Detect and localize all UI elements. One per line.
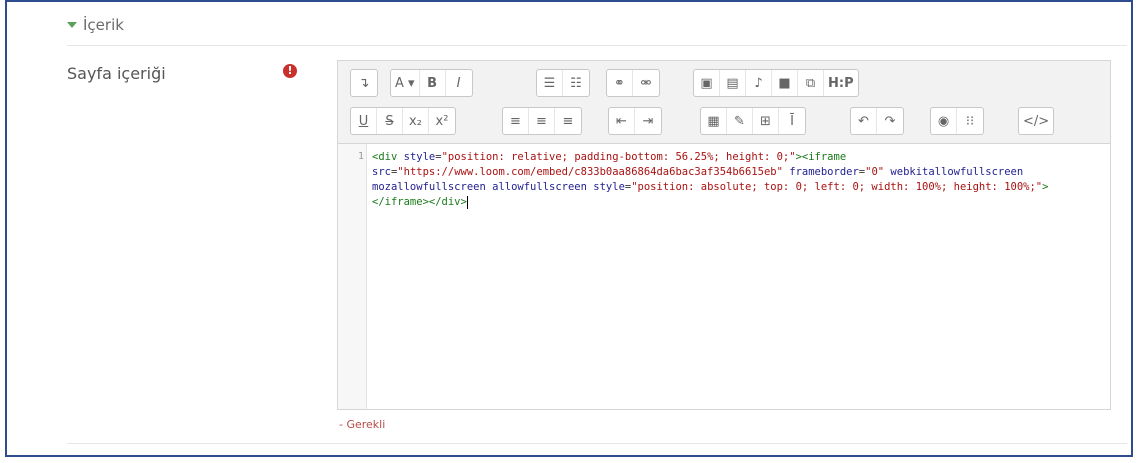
special-char-button[interactable]: ✎	[727, 108, 753, 134]
toolbar-group-links: ⚭ ⚮	[606, 69, 660, 97]
ordered-list-button[interactable]: ☷	[563, 70, 589, 96]
collapse-toolbar-icon[interactable]: ↴	[351, 70, 377, 96]
divider	[67, 443, 1127, 444]
align-right-button[interactable]: ≡	[555, 108, 581, 134]
strikethrough-button[interactable]: S	[377, 108, 403, 134]
screenreader-helper-button[interactable]: ⁝⁝	[957, 108, 983, 134]
unordered-list-button[interactable]: ☰	[537, 70, 563, 96]
record-video-button[interactable]: ■	[772, 70, 798, 96]
code-area[interactable]: <div style="position: relative; padding-…	[372, 150, 1106, 210]
decrease-indent-button[interactable]: ⇤	[609, 108, 635, 134]
align-left-button[interactable]: ≡	[503, 108, 529, 134]
superscript-button[interactable]: x²	[429, 108, 455, 134]
toolbar-group-format: A ▾ B I	[390, 69, 473, 97]
toolbar-group-insert: ▦ ✎ ⊞ Ī	[700, 107, 806, 135]
italic-button[interactable]: I	[446, 70, 472, 96]
underline-button[interactable]: U	[351, 108, 377, 134]
form-frame: İçerik Sayfa içeriği ! ↴ A ▾ B I ☰ ☷ ⚭ ⚮…	[5, 0, 1133, 457]
table-button[interactable]: ⊞	[753, 108, 779, 134]
h5p-button[interactable]: H:P	[824, 70, 858, 96]
manage-files-button[interactable]: ⧉	[798, 70, 824, 96]
accessibility-checker-button[interactable]: ◉	[931, 108, 957, 134]
divider	[67, 45, 1127, 46]
equation-button[interactable]: ▦	[701, 108, 727, 134]
toolbar-group-history: ↶ ↷	[850, 107, 904, 135]
line-number: 1	[357, 151, 364, 162]
toolbar-group-accessibility: ◉ ⁝⁝	[930, 107, 984, 135]
unlink-button[interactable]: ⚮	[633, 70, 659, 96]
font-style-button[interactable]: A ▾	[391, 70, 420, 96]
redo-button[interactable]: ↷	[877, 108, 903, 134]
section-header[interactable]: İçerik	[67, 16, 124, 34]
editor-toolbar: ↴ A ▾ B I ☰ ☷ ⚭ ⚮ ▣ ▤ ♪ ■ ⧉ H:P U S x₂ x…	[338, 61, 1110, 144]
clear-format-button[interactable]: Ī	[779, 108, 805, 134]
toolbar-group-media: ▣ ▤ ♪ ■ ⧉ H:P	[693, 69, 859, 97]
align-center-button[interactable]: ≡	[529, 108, 555, 134]
section-title: İçerik	[83, 16, 124, 34]
html-toggle-button[interactable]: </>	[1019, 108, 1053, 134]
toolbar-group-text: U S x₂ x²	[350, 107, 456, 135]
required-note: - Gerekli	[339, 418, 386, 431]
link-button[interactable]: ⚭	[607, 70, 633, 96]
record-audio-button[interactable]: ♪	[746, 70, 772, 96]
line-gutter	[338, 144, 367, 409]
toolbar-group-lists: ☰ ☷	[536, 69, 590, 97]
toolbar-group-html: </>	[1018, 107, 1055, 135]
bold-button[interactable]: B	[420, 70, 446, 96]
expand-caret-icon[interactable]	[67, 22, 77, 28]
required-icon: !	[283, 64, 297, 78]
field-label: Sayfa içeriği	[67, 64, 166, 83]
image-button[interactable]: ▣	[694, 70, 720, 96]
text-cursor	[466, 195, 468, 209]
html-editor[interactable]: ↴ A ▾ B I ☰ ☷ ⚭ ⚮ ▣ ▤ ♪ ■ ⧉ H:P U S x₂ x…	[337, 60, 1111, 410]
toolbar-group-align: ≡ ≡ ≡	[502, 107, 582, 135]
increase-indent-button[interactable]: ⇥	[635, 108, 661, 134]
subscript-button[interactable]: x₂	[403, 108, 429, 134]
toolbar-group-collapse: ↴	[350, 69, 378, 97]
undo-button[interactable]: ↶	[851, 108, 877, 134]
toolbar-group-indent: ⇤ ⇥	[608, 107, 662, 135]
media-button[interactable]: ▤	[720, 70, 746, 96]
